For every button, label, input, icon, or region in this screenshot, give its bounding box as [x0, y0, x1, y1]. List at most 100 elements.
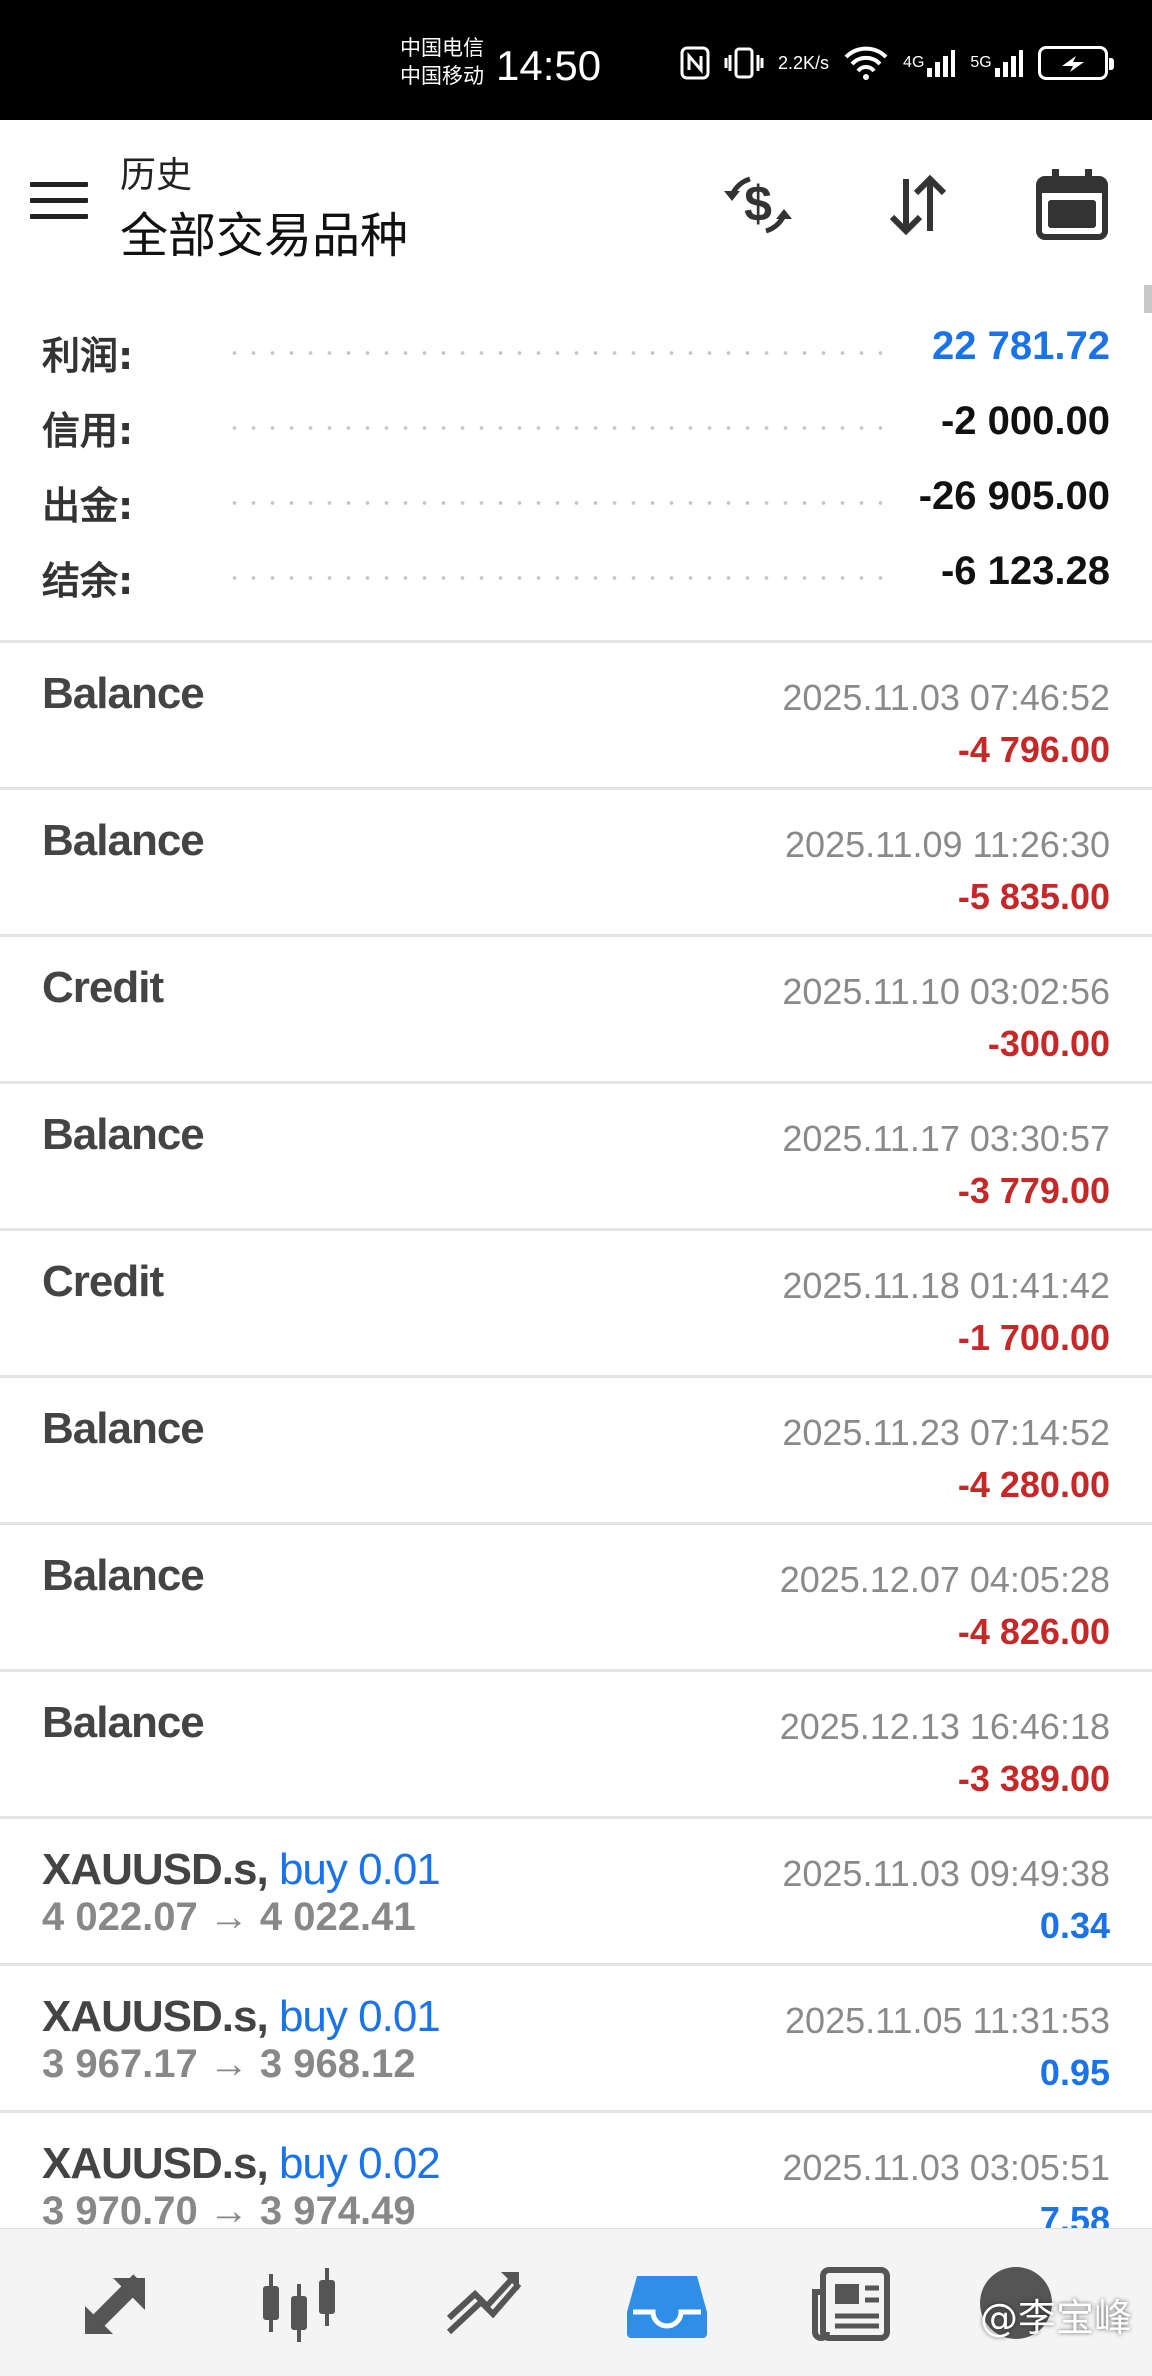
deal-type: Balance [42, 1404, 205, 1453]
trade-symbol: XAUUSD.s, [42, 1845, 269, 1894]
currency-exchange-button[interactable]: $ [718, 165, 798, 245]
scrollbar[interactable] [1144, 285, 1152, 313]
nfc-icon [680, 43, 710, 83]
trade-row[interactable]: XAUUSD.s, buy 0.01 3 967.17 → 3 968.12 2… [0, 1963, 1152, 2110]
deal-type: Balance [42, 1698, 205, 1747]
signal-5g-icon: 5G [970, 43, 1023, 83]
deal-amount: -300.00 [987, 1023, 1110, 1064]
trade-profit: 0.95 [1039, 2052, 1110, 2093]
dotted-leader [225, 501, 882, 505]
summary-label: 出金: [42, 484, 134, 528]
trade-title: XAUUSD.s, buy 0.02 [42, 2139, 441, 2189]
list-item[interactable]: Balance 2025.11.03 07:46:52 -4 796.00 [0, 640, 1152, 787]
deal-amount: -3 389.00 [957, 1758, 1110, 1799]
dotted-leader [225, 351, 882, 355]
summary-value: -6 123.28 [940, 549, 1110, 593]
menu-button[interactable] [30, 182, 88, 222]
trade-title: XAUUSD.s, buy 0.01 [42, 1845, 441, 1895]
deal-type: Balance [42, 816, 205, 865]
history-icon [627, 2276, 707, 2338]
wifi-icon [843, 43, 889, 83]
deal-amount: -4 280.00 [957, 1464, 1110, 1505]
summary-row-credit: 信用: -2 000.00 [0, 390, 1152, 465]
list-item[interactable]: Balance 2025.12.13 16:46:18 -3 389.00 [0, 1669, 1152, 1816]
vibrate-icon [724, 43, 764, 83]
trade-time: 2025.11.05 11:31:53 [785, 2000, 1110, 2041]
deal-time: 2025.11.09 11:26:30 [785, 824, 1110, 865]
sort-icon [889, 174, 947, 236]
deal-type: Credit [42, 963, 164, 1012]
watermark: @李宝峰 [979, 2296, 1132, 2340]
sort-button[interactable] [878, 165, 958, 245]
nav-history[interactable] [622, 2259, 712, 2349]
history-list: Balance 2025.11.03 07:46:52 -4 796.00 Ba… [0, 640, 1152, 2257]
news-icon [812, 2267, 890, 2341]
carrier-names: 中国电信 中国移动 [400, 34, 484, 90]
list-item[interactable]: Credit 2025.11.10 03:02:56 -300.00 [0, 934, 1152, 1081]
summary-value: 22 781.72 [932, 324, 1110, 368]
deal-time: 2025.12.13 16:46:18 [779, 1706, 1110, 1747]
trade-side: buy 0.02 [278, 2139, 441, 2188]
deal-type: Balance [42, 1110, 205, 1159]
deal-amount: -4 826.00 [957, 1611, 1110, 1652]
deal-amount: -4 796.00 [957, 729, 1110, 770]
trade-time: 2025.11.03 09:49:38 [782, 1853, 1110, 1894]
summary-label: 信用: [42, 409, 134, 453]
nav-trade[interactable] [438, 2259, 528, 2349]
trade-row[interactable]: XAUUSD.s, buy 0.01 4 022.07 → 4 022.41 2… [0, 1816, 1152, 1963]
trade-title: XAUUSD.s, buy 0.01 [42, 1992, 441, 2042]
summary-value: -26 905.00 [918, 474, 1110, 518]
trade-side: buy 0.01 [278, 1845, 441, 1894]
deal-amount: -5 835.00 [957, 876, 1110, 917]
nav-quotes[interactable] [70, 2259, 160, 2349]
deal-type: Balance [42, 669, 205, 718]
trade-profit: 0.34 [1039, 1905, 1110, 1946]
currency-exchange-icon: $ [724, 176, 792, 234]
bottom-nav: @李宝峰 [0, 2228, 1152, 2376]
deal-time: 2025.11.10 03:02:56 [782, 971, 1110, 1012]
list-item[interactable]: Credit 2025.11.18 01:41:42 -1 700.00 [0, 1228, 1152, 1375]
summary-row-balance: 结余: -6 123.28 [0, 540, 1152, 615]
trade-symbol: XAUUSD.s, [42, 2139, 269, 2188]
calendar-icon [1036, 169, 1108, 240]
summary-row-profit: 利润: 22 781.72 [0, 315, 1152, 390]
trade-side: buy 0.01 [278, 1992, 441, 2041]
status-clock: 14:50 [496, 42, 602, 89]
trade-prices: 4 022.07 → 4 022.41 [42, 1895, 416, 1939]
summary-label: 结余: [42, 559, 134, 603]
deal-time: 2025.12.07 04:05:28 [779, 1559, 1110, 1600]
deal-type: Balance [42, 1551, 205, 1600]
deal-time: 2025.11.23 07:14:52 [782, 1412, 1110, 1453]
summary-value: -2 000.00 [940, 399, 1110, 443]
net-speed: 2.2 K/s [778, 53, 830, 73]
signal-4g-icon: 4G [903, 43, 956, 83]
trade-time: 2025.11.03 03:05:51 [782, 2147, 1110, 2188]
menu-icon [30, 182, 88, 187]
page-title[interactable]: 全部交易品种 [120, 196, 408, 266]
trade-prices: 3 967.17 → 3 968.12 [42, 2042, 416, 2086]
svg-text:$: $ [744, 176, 772, 232]
summary-panel: 利润: 22 781.72 信用: -2 000.00 出金: -26 905.… [0, 315, 1152, 615]
status-icons: 2.2 K/s 4G 5G [680, 38, 1114, 88]
list-item[interactable]: Balance 2025.11.23 07:14:52 -4 280.00 [0, 1375, 1152, 1522]
deal-amount: -1 700.00 [957, 1317, 1110, 1358]
page-subtitle: 历史 [120, 155, 193, 196]
list-item[interactable]: Balance 2025.11.17 03:30:57 -3 779.00 [0, 1081, 1152, 1228]
nav-news[interactable] [806, 2259, 896, 2349]
deal-time: 2025.11.17 03:30:57 [782, 1118, 1110, 1159]
deal-time: 2025.11.18 01:41:42 [782, 1265, 1110, 1306]
summary-row-withdrawal: 出金: -26 905.00 [0, 465, 1152, 540]
quotes-icon [85, 2274, 145, 2334]
app-bar: 历史 全部交易品种 $ [0, 120, 1152, 285]
chart-icon [263, 2268, 335, 2342]
list-item[interactable]: Balance 2025.11.09 11:26:30 -5 835.00 [0, 787, 1152, 934]
carrier-2: 中国移动 [400, 64, 484, 88]
dotted-leader [225, 576, 882, 580]
trade-icon [446, 2272, 522, 2335]
calendar-button[interactable] [1032, 165, 1112, 245]
battery-icon [1037, 43, 1114, 83]
trade-symbol: XAUUSD.s, [42, 1992, 269, 2041]
nav-chart[interactable] [254, 2259, 344, 2349]
list-item[interactable]: Balance 2025.12.07 04:05:28 -4 826.00 [0, 1522, 1152, 1669]
carrier-1: 中国电信 [400, 36, 484, 60]
